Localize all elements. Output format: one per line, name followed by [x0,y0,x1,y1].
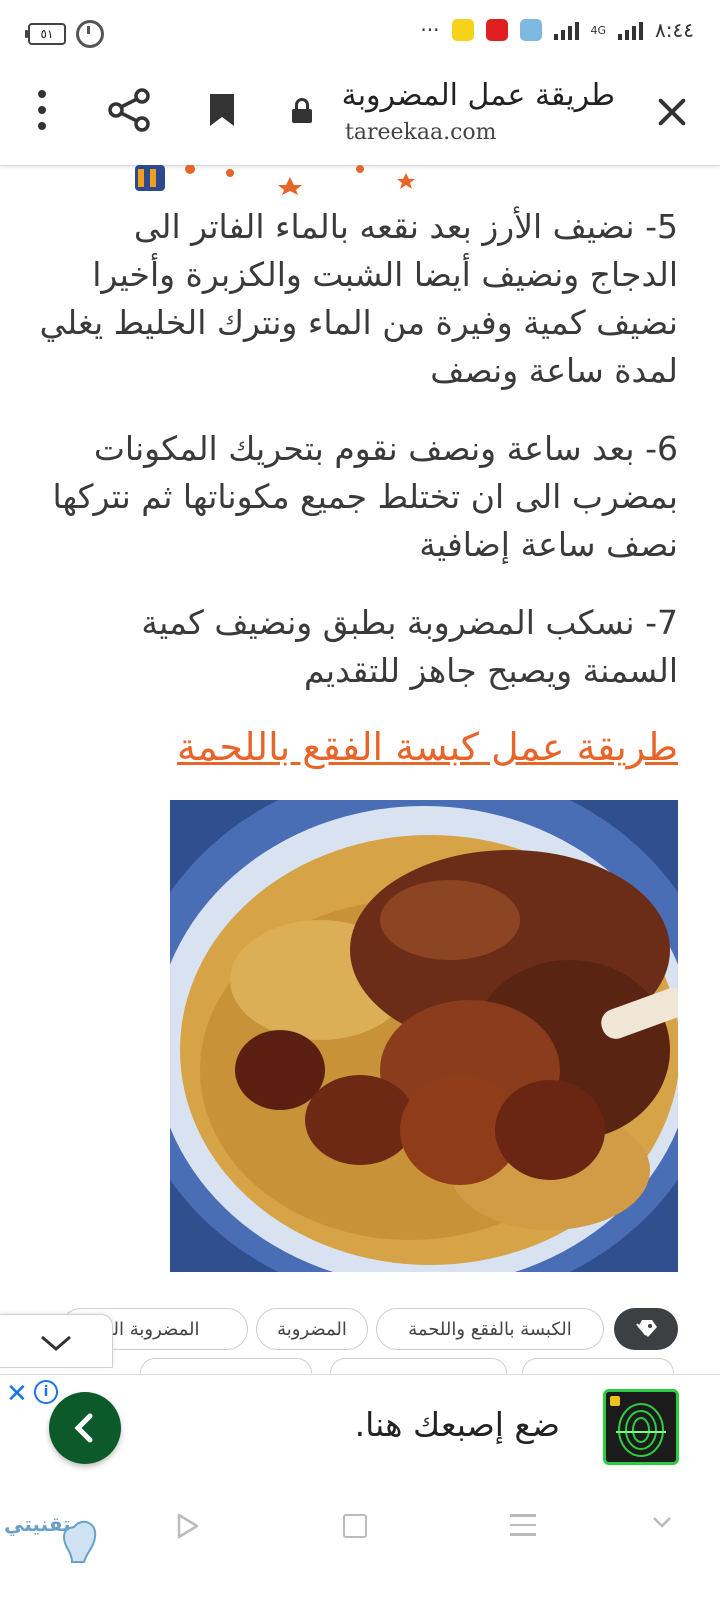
tag-icon [636,1320,657,1337]
tags-icon-button[interactable] [614,1308,678,1350]
network-type: 4G [590,23,607,37]
decorative-banner-icon [135,165,415,195]
ad-info-icon[interactable]: i [34,1380,58,1404]
watermark-text: تقنيتي [4,1512,71,1536]
close-icon[interactable] [652,92,692,132]
gallery-app-icon [519,19,542,41]
battery-icon: ٥١ [25,23,66,45]
chevron-down-icon [41,1335,71,1351]
ad-banner[interactable]: ✕ i ضع إصبعك هنا. [0,1374,720,1484]
signal-icon [553,20,579,40]
more-notifications: ··· [420,18,440,42]
more-menu-icon[interactable] [36,90,48,130]
tag-kabsa[interactable]: الكبسة بالفقع واللحمة [376,1308,604,1350]
home-square-icon[interactable] [343,1514,367,1538]
news-app-icon [485,19,508,41]
share-icon[interactable] [108,88,152,132]
step-7-text: 7- نسكب المضروبة بطبق ونضيف كمية السمنة … [141,603,678,690]
hide-nav-chevron-icon[interactable] [650,1512,674,1532]
fingerprint-icon [603,1389,679,1465]
browser-toolbar: طريقة عمل المضروبة tareekaa.com [0,70,720,166]
page-url: tareekaa.com [345,120,497,145]
page-title: طريقة عمل المضروبة [341,78,615,113]
recent-apps-icon[interactable] [510,1514,536,1543]
kabsa-dish-image [170,800,678,1272]
kabsa-recipe-link[interactable]: طريقة عمل كبسة الفقع باللحمة [177,725,678,769]
emoji-app-icon [451,19,474,41]
alarm-icon [76,20,104,48]
navigation-bar: تقنيتي [0,1482,720,1600]
ad-arrow-button[interactable] [49,1392,121,1464]
ad-text: ضع إصبعك هنا. [354,1405,560,1444]
step-5-text: 5- نضيف الأرز بعد نقعه بالماء الفاتر الى… [39,207,678,390]
status-bar: ٥١ ··· 4G ٨:٤٤ [0,0,720,70]
chevron-left-icon [74,1413,93,1443]
step-6-text: 6- بعد ساعة ونصف نقوم بتحريك المكونات بم… [52,429,678,564]
bookmark-icon[interactable] [208,92,236,128]
battery-level: ٥١ [40,27,54,41]
tag-madrouba[interactable]: المضروبة [256,1308,368,1350]
ad-close-icon[interactable]: ✕ [6,1379,28,1409]
status-right: ··· 4G ٨:٤٤ [420,18,694,42]
clock: ٨:٤٤ [655,18,694,42]
status-left: ٥١ [25,20,104,48]
back-triangle-icon[interactable] [175,1512,201,1540]
signal-icon-2 [618,20,644,40]
lock-icon[interactable] [292,98,312,123]
collapse-tags-button[interactable] [0,1314,113,1368]
